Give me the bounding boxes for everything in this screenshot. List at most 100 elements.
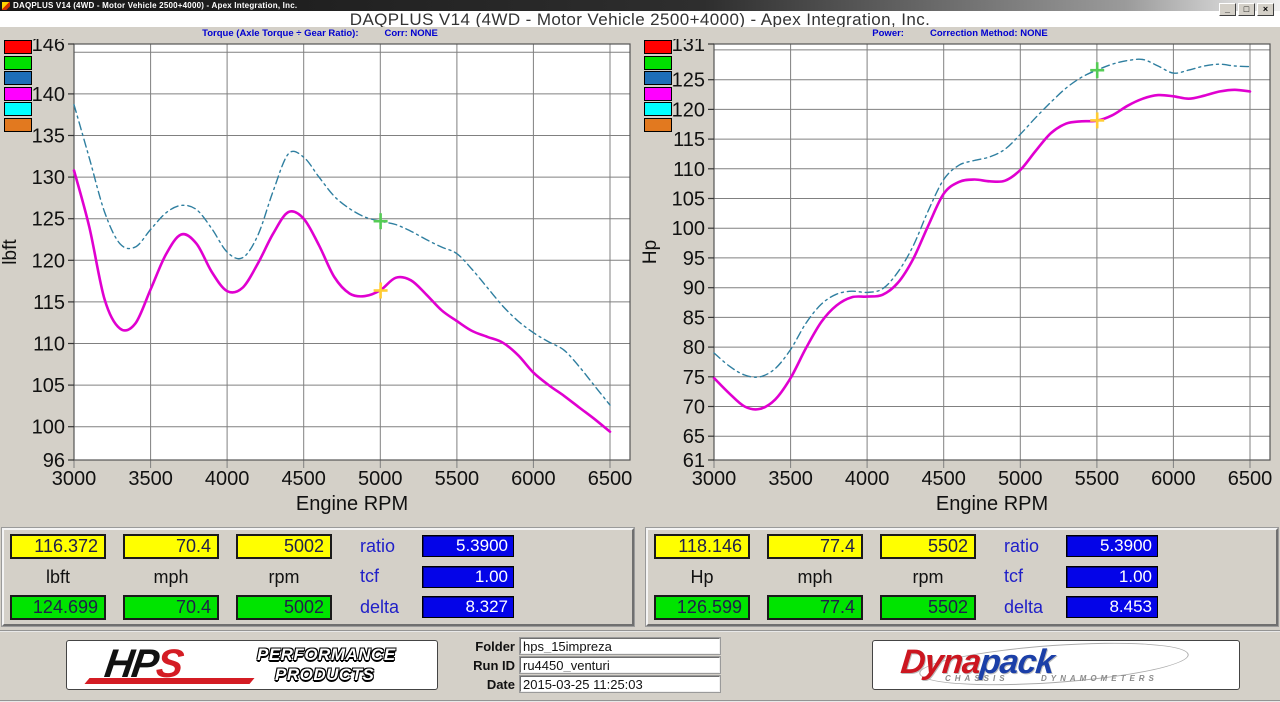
- svg-text:4500: 4500: [921, 468, 966, 490]
- ratio-value: 5.3900: [422, 535, 514, 557]
- rpm-reference-value: 5502: [880, 595, 976, 620]
- legend-swatch-4[interactable]: [644, 102, 672, 116]
- svg-text:5000: 5000: [358, 468, 403, 490]
- svg-text:lbft: lbft: [0, 239, 21, 265]
- power-side-readouts: ratio 5.3900 tcf 1.00 delta 8.453: [1004, 534, 1158, 620]
- power-unit-label: Hp: [654, 566, 750, 588]
- svg-text:6000: 6000: [511, 468, 556, 490]
- legend-swatch-3[interactable]: [644, 87, 672, 101]
- legend-swatch-5[interactable]: [644, 118, 672, 132]
- chart-subheaders: Torque (Axle Torque ÷ Gear Ratio): Corr:…: [0, 27, 1280, 39]
- speed-current-value: 70.4: [123, 534, 219, 559]
- torque-correction-label: Corr: NONE: [385, 28, 438, 39]
- rpm-current-value: 5502: [880, 534, 976, 559]
- window-controls: _ □ ×: [1219, 3, 1274, 16]
- svg-text:4500: 4500: [281, 468, 326, 490]
- svg-text:5000: 5000: [998, 468, 1043, 490]
- app-icon: [2, 2, 10, 10]
- svg-text:4000: 4000: [845, 468, 890, 490]
- run-id-input[interactable]: [520, 657, 720, 673]
- minimize-button[interactable]: _: [1219, 3, 1236, 16]
- svg-text:3000: 3000: [52, 468, 97, 490]
- folder-input[interactable]: [520, 638, 720, 654]
- heading-row: DAQPLUS V14 (4WD - Motor Vehicle 2500+40…: [0, 11, 1280, 27]
- svg-text:5500: 5500: [1075, 468, 1120, 490]
- legend-swatch-2[interactable]: [644, 71, 672, 85]
- legend-swatch-0[interactable]: [4, 40, 32, 54]
- hps-logo-swoosh: [84, 678, 254, 684]
- legend-swatch-2[interactable]: [4, 71, 32, 85]
- torque-current-value: 116.372: [10, 534, 106, 559]
- torque-legend-swatches: [4, 40, 32, 133]
- date-input[interactable]: [520, 676, 720, 692]
- svg-text:Engine RPM: Engine RPM: [296, 493, 408, 515]
- svg-text:110: 110: [33, 334, 65, 356]
- restore-button[interactable]: □: [1238, 3, 1255, 16]
- svg-text:5500: 5500: [435, 468, 480, 490]
- svg-text:6500: 6500: [588, 468, 633, 490]
- svg-text:120: 120: [32, 250, 65, 272]
- svg-text:125: 125: [672, 70, 705, 92]
- svg-text:95: 95: [683, 248, 705, 270]
- svg-text:4000: 4000: [205, 468, 250, 490]
- page-title: DAQPLUS V14 (4WD - Motor Vehicle 2500+40…: [0, 11, 1280, 27]
- svg-text:140: 140: [32, 84, 65, 106]
- svg-text:105: 105: [672, 189, 705, 211]
- legend-swatch-4[interactable]: [4, 102, 32, 116]
- legend-swatch-3[interactable]: [4, 87, 32, 101]
- svg-text:6500: 6500: [1228, 468, 1273, 490]
- ratio-label: ratio: [360, 536, 422, 557]
- speed-unit-label: mph: [767, 566, 863, 588]
- power-readout-panel: 118.146 77.4 5502 Hp mph rpm 126.599 77.…: [646, 528, 1278, 626]
- tcf-value: 1.00: [422, 566, 514, 588]
- power-readout-values: 118.146 77.4 5502 Hp mph rpm 126.599 77.…: [654, 534, 976, 620]
- title-bar: DAQPLUS V14 (4WD - Motor Vehicle 2500+40…: [0, 0, 1280, 11]
- rpm-reference-value: 5002: [236, 595, 332, 620]
- legend-swatch-0[interactable]: [644, 40, 672, 54]
- torque-reference-value: 124.699: [10, 595, 106, 620]
- ratio-label: ratio: [1004, 536, 1066, 557]
- torque-chart[interactable]: 1461401351301251201151101051009630003500…: [0, 39, 640, 525]
- svg-text:70: 70: [683, 397, 705, 419]
- power-chart[interactable]: 1311251201151101051009590858075706561300…: [640, 39, 1280, 525]
- dynapack-sub-dynamometers: DYNAMOMETERS: [1041, 674, 1158, 683]
- torque-header-label: Torque (Axle Torque ÷ Gear Ratio):: [202, 28, 358, 39]
- delta-value: 8.327: [422, 596, 514, 618]
- svg-text:146: 146: [32, 39, 65, 56]
- rpm-current-value: 5002: [236, 534, 332, 559]
- power-reference-value: 126.599: [654, 595, 750, 620]
- speed-current-value: 77.4: [767, 534, 863, 559]
- legend-swatch-1[interactable]: [644, 56, 672, 70]
- svg-text:100: 100: [672, 218, 705, 240]
- speed-reference-value: 70.4: [123, 595, 219, 620]
- svg-text:90: 90: [683, 278, 705, 300]
- power-header-label: Power:: [872, 28, 904, 39]
- delta-label: delta: [360, 597, 422, 618]
- svg-text:80: 80: [683, 337, 705, 359]
- window-title: DAQPLUS V14 (4WD - Motor Vehicle 2500+40…: [13, 1, 297, 10]
- svg-text:130: 130: [32, 167, 65, 189]
- torque-side-readouts: ratio 5.3900 tcf 1.00 delta 8.327: [360, 534, 514, 620]
- delta-value: 8.453: [1066, 596, 1158, 618]
- run-id-label: Run ID: [448, 658, 520, 673]
- close-button[interactable]: ×: [1257, 3, 1274, 16]
- legend-swatch-1[interactable]: [4, 56, 32, 70]
- svg-text:3000: 3000: [692, 468, 737, 490]
- run-info-fields: Folder Run ID Date: [448, 638, 778, 695]
- power-current-value: 118.146: [654, 534, 750, 559]
- readouts-row: 116.372 70.4 5002 lbft mph rpm 124.699 7…: [0, 525, 1280, 630]
- torque-subheader: Torque (Axle Torque ÷ Gear Ratio): Corr:…: [0, 27, 640, 39]
- speed-reference-value: 77.4: [767, 595, 863, 620]
- svg-text:Engine RPM: Engine RPM: [936, 493, 1048, 515]
- rpm-unit-label: rpm: [236, 566, 332, 588]
- torque-unit-label: lbft: [10, 566, 106, 588]
- torque-readout-values: 116.372 70.4 5002 lbft mph rpm 124.699 7…: [10, 534, 332, 620]
- svg-text:100: 100: [32, 417, 65, 439]
- hps-logo-text: PERFORMANCE PRODUCTS: [257, 645, 396, 685]
- legend-swatch-5[interactable]: [4, 118, 32, 132]
- svg-text:65: 65: [683, 426, 705, 448]
- tcf-label: tcf: [360, 566, 422, 587]
- svg-text:110: 110: [673, 159, 705, 181]
- power-subheader: Power: Correction Method: NONE: [640, 27, 1280, 39]
- power-chart-panel: 1311251201151101051009590858075706561300…: [640, 39, 1280, 525]
